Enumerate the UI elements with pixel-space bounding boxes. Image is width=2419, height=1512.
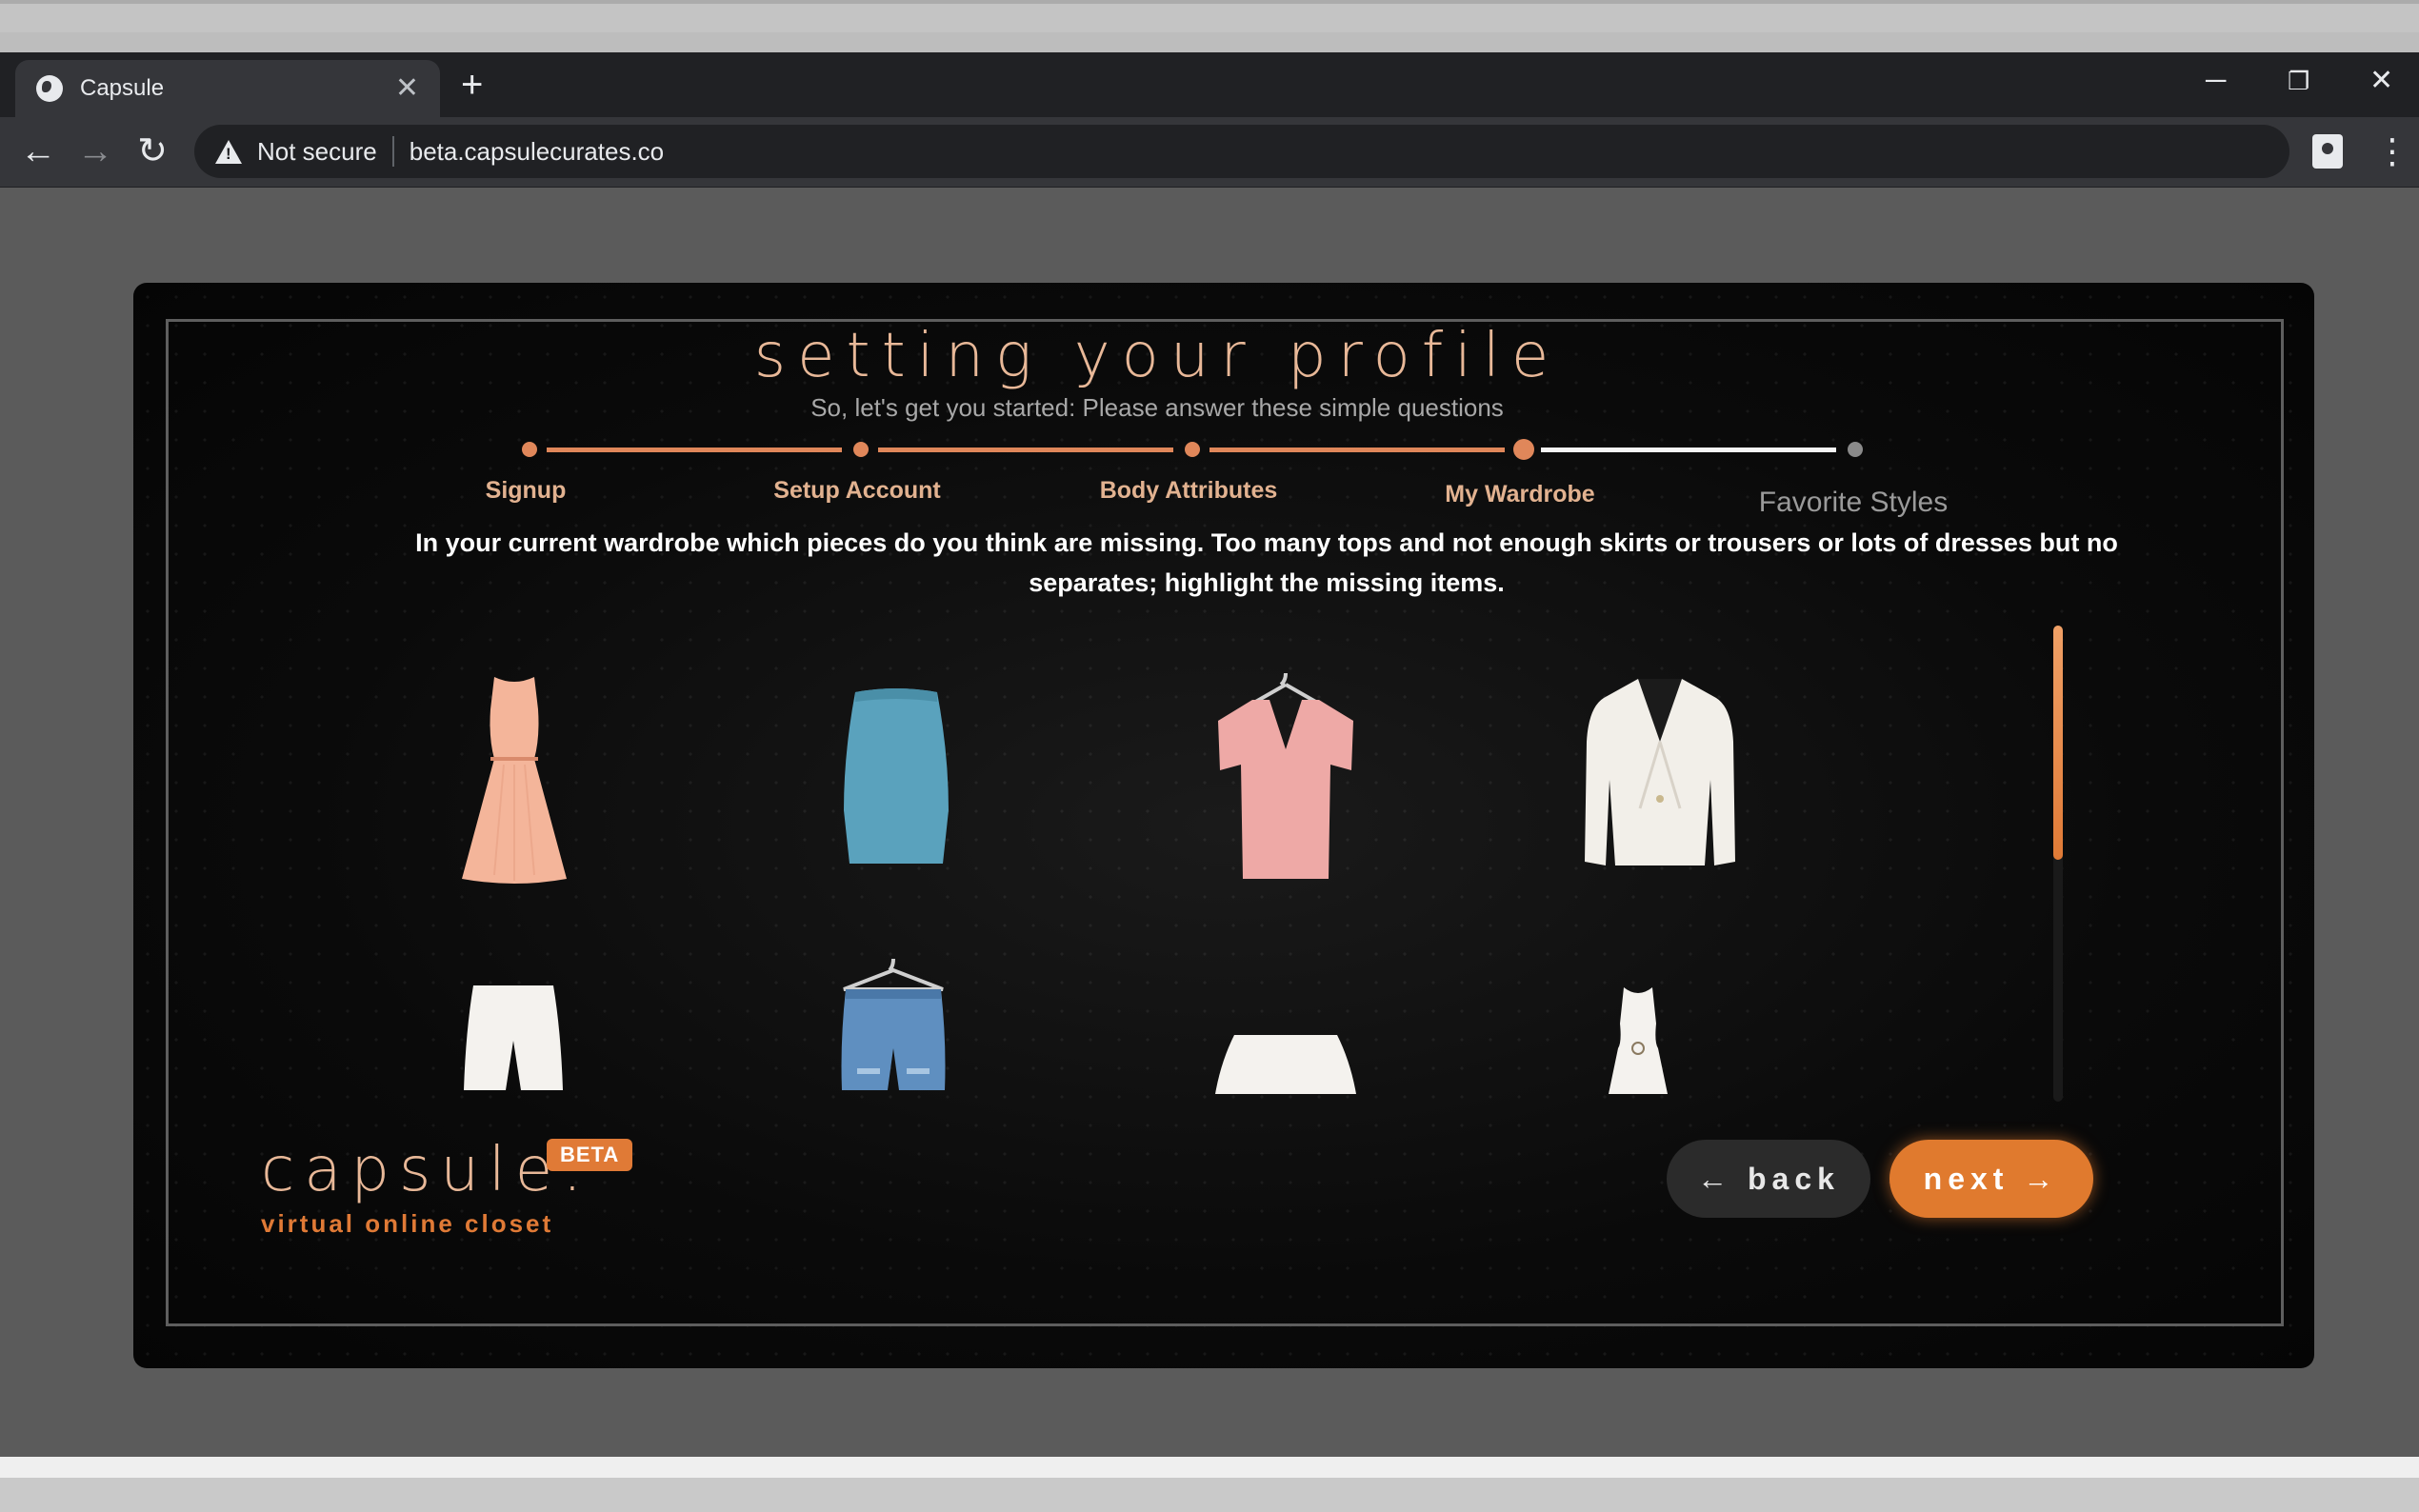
- step-label-body-attributes[interactable]: Body Attributes: [1100, 477, 1278, 505]
- kebab-menu-icon[interactable]: ⋮: [2375, 129, 2409, 174]
- step-dot-current[interactable]: [1513, 439, 1534, 460]
- browser-tab[interactable]: Capsule ✕: [15, 60, 440, 117]
- wardrobe-item-white-mini-dress[interactable]: [1605, 985, 1671, 1094]
- tab-bar: Capsule ✕ + ─ ❐ ✕: [0, 52, 2419, 117]
- step-connector: [878, 448, 1173, 452]
- address-bar[interactable]: Not secure beta.capsulecurates.co: [194, 125, 2289, 178]
- page-viewport: setting your profile So, let's get you s…: [0, 188, 2419, 1457]
- step-label-setup-account[interactable]: Setup Account: [773, 477, 940, 505]
- globe-icon: [36, 75, 63, 102]
- step-dot-pending[interactable]: [1848, 442, 1863, 457]
- step-connector: [1210, 448, 1505, 452]
- wardrobe-item-white-blazer[interactable]: [1583, 675, 1737, 871]
- step-connector: [1541, 448, 1836, 452]
- logo-wordmark: capsule:: [261, 1135, 592, 1205]
- capsule-logo: capsule: BETA virtual online closet: [261, 1135, 633, 1239]
- step-connector: [547, 448, 842, 452]
- wardrobe-question: In your current wardrobe which pieces do…: [415, 528, 2118, 597]
- wardrobe-scrollbar-thumb[interactable]: [2053, 626, 2063, 860]
- logo-tagline: virtual online closet: [261, 1209, 554, 1238]
- profile-card: setting your profile So, let's get you s…: [133, 283, 2314, 1368]
- profile-badge-icon[interactable]: [2312, 134, 2343, 169]
- back-arrow-icon[interactable]: ←: [15, 129, 61, 174]
- minimize-icon[interactable]: ─: [2206, 62, 2226, 100]
- browser-window: Capsule ✕ + ─ ❐ ✕ ← → ↻ Not secure beta.…: [0, 52, 2419, 1457]
- url-text[interactable]: beta.capsulecurates.co: [410, 137, 664, 167]
- wardrobe-item-denim-shorts[interactable]: [838, 957, 949, 1094]
- step-label-signup[interactable]: Signup: [486, 477, 567, 505]
- reload-icon[interactable]: ↻: [130, 129, 175, 174]
- wardrobe-item-pink-v-neck-top[interactable]: [1214, 671, 1357, 883]
- tab-close-icon[interactable]: ✕: [395, 74, 419, 103]
- new-tab-plus-icon[interactable]: +: [461, 66, 483, 104]
- wardrobe-item-white-shorts[interactable]: [464, 984, 563, 1094]
- warning-icon[interactable]: [215, 139, 242, 164]
- wardrobe-scrollbar[interactable]: [2053, 626, 2063, 1102]
- tab-title: Capsule: [80, 75, 165, 101]
- window-close-icon[interactable]: ✕: [2369, 62, 2393, 100]
- restore-icon[interactable]: ❐: [2288, 62, 2309, 100]
- step-dot[interactable]: [853, 442, 869, 457]
- forward-arrow-icon[interactable]: →: [72, 129, 118, 174]
- wardrobe-item-blue-pencil-skirt[interactable]: [842, 686, 950, 867]
- step-label-favorite-styles[interactable]: Favorite Styles: [1759, 487, 1948, 519]
- screen-bottom-strip: [0, 1457, 2419, 1512]
- next-button[interactable]: next →: [1889, 1140, 2093, 1218]
- address-separator: [391, 136, 394, 167]
- step-dot[interactable]: [522, 442, 537, 457]
- page-title: setting your profile: [753, 321, 1561, 391]
- page-subtitle: So, let's get you started: Please answer…: [810, 393, 1504, 422]
- wardrobe-item-peach-dress[interactable]: [462, 671, 567, 885]
- screen-top-strip: [0, 0, 2419, 32]
- wardrobe-item-white-skirt[interactable]: [1215, 1033, 1356, 1094]
- browser-toolbar: ← → ↻ Not secure beta.capsulecurates.co …: [0, 117, 2419, 188]
- back-button[interactable]: ← back: [1667, 1140, 1870, 1218]
- security-label[interactable]: Not secure: [257, 137, 377, 167]
- step-label-my-wardrobe[interactable]: My Wardrobe: [1445, 481, 1594, 508]
- beta-badge: BETA: [547, 1139, 633, 1171]
- step-dot[interactable]: [1185, 442, 1200, 457]
